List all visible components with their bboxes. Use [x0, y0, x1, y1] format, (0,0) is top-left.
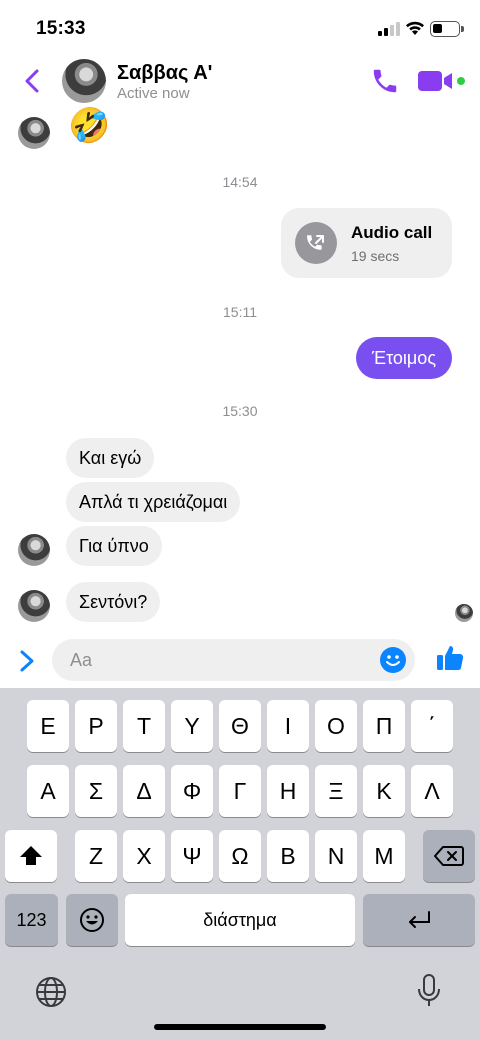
space-key[interactable]: διάστημα — [125, 894, 355, 946]
key[interactable]: Θ — [219, 700, 261, 752]
key[interactable]: Χ — [123, 830, 165, 882]
shift-key[interactable] — [5, 830, 57, 882]
emoji-keyboard-icon — [80, 908, 104, 932]
call-duration: 19 secs — [351, 248, 400, 264]
contact-name[interactable]: Σαββας Α' — [117, 62, 212, 85]
timestamp: 15:30 — [222, 403, 258, 419]
key[interactable]: Ο — [315, 700, 357, 752]
read-receipt-avatar — [455, 604, 473, 622]
contact-avatar-small[interactable] — [18, 590, 50, 622]
audio-call-icon — [295, 222, 337, 264]
key[interactable]: Φ — [171, 765, 213, 817]
key[interactable]: Ζ — [75, 830, 117, 882]
status-bar: 15:33 — [0, 0, 480, 56]
signal-icon — [378, 22, 400, 36]
return-icon — [409, 911, 430, 928]
contact-avatar-small[interactable] — [18, 117, 50, 149]
message-placeholder: Aa — [70, 650, 93, 670]
audio-call-card[interactable]: Audio call 19 secs — [281, 208, 452, 278]
key[interactable]: Α — [27, 765, 69, 817]
message-input[interactable]: Aa — [52, 639, 415, 681]
video-camera-icon[interactable] — [418, 70, 454, 92]
battery-icon — [430, 21, 464, 37]
key[interactable]: Γ — [219, 765, 261, 817]
timestamp: 14:54 — [222, 174, 258, 190]
incoming-message[interactable]: Απλά τι χρειάζομαι — [66, 482, 241, 522]
key[interactable]: Λ — [411, 765, 453, 817]
key[interactable]: Ε — [27, 700, 69, 752]
backspace-icon — [434, 846, 464, 866]
key[interactable]: Ι — [267, 700, 309, 752]
incoming-message[interactable]: Και εγώ — [66, 438, 155, 478]
thumbs-up-icon[interactable] — [434, 642, 466, 674]
key[interactable]: Τ — [123, 700, 165, 752]
key[interactable]: Ω — [219, 830, 261, 882]
key[interactable]: Π — [363, 700, 405, 752]
call-title: Audio call — [351, 223, 433, 242]
home-indicator — [154, 1024, 326, 1030]
key[interactable]: Υ — [171, 700, 213, 752]
contact-avatar-small[interactable] — [18, 534, 50, 566]
shift-icon — [20, 846, 42, 865]
emoji-keyboard-key[interactable] — [66, 894, 118, 946]
key[interactable]: Ρ — [75, 700, 117, 752]
wifi-icon — [406, 21, 424, 35]
smiley-icon[interactable] — [379, 646, 407, 674]
phone-icon[interactable] — [370, 66, 400, 96]
key[interactable]: Ψ — [171, 830, 213, 882]
key[interactable]: Δ — [123, 765, 165, 817]
key[interactable]: Μ — [363, 830, 405, 882]
status-time: 15:33 — [36, 18, 86, 39]
back-arrow-icon[interactable] — [18, 64, 48, 98]
outgoing-message[interactable]: Έτοιμος — [355, 337, 452, 379]
contact-status: Active now — [117, 85, 190, 102]
globe-icon[interactable] — [34, 975, 68, 1009]
numbers-key[interactable]: 123 — [5, 894, 58, 946]
backspace-key[interactable] — [423, 830, 475, 882]
incoming-message[interactable]: Σεντόνι? — [66, 582, 161, 622]
microphone-icon[interactable] — [415, 973, 443, 1009]
incoming-message[interactable]: Για ύπνο — [66, 526, 162, 566]
contact-avatar[interactable] — [62, 59, 106, 103]
timestamp: 15:11 — [223, 304, 257, 320]
key[interactable]: Η — [267, 765, 309, 817]
chat-header: Σαββας Α' Active now — [0, 56, 480, 108]
key[interactable]: Ξ — [315, 765, 357, 817]
key[interactable]: Σ — [75, 765, 117, 817]
key[interactable]: Κ — [363, 765, 405, 817]
key[interactable]: Ν — [315, 830, 357, 882]
chevron-right-icon[interactable] — [14, 646, 40, 676]
key[interactable]: Β — [267, 830, 309, 882]
online-indicator — [455, 75, 467, 87]
emoji-message[interactable]: 🤣 — [68, 106, 110, 146]
composer-bar: Aa — [0, 636, 480, 688]
key[interactable]: ΄ — [411, 700, 453, 752]
return-key[interactable] — [363, 894, 475, 946]
